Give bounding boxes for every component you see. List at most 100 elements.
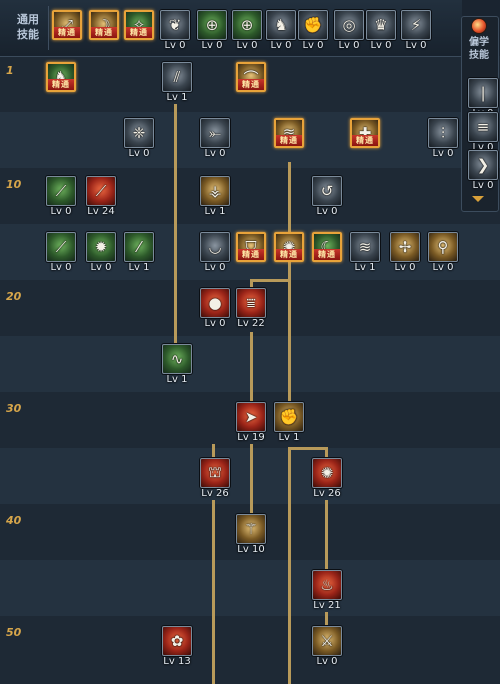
tree-connector xyxy=(325,500,328,574)
skill-icon: ◎ xyxy=(342,16,356,34)
skill-level-label: Lv 0 xyxy=(432,262,454,273)
skill-icon: ⁄ xyxy=(137,238,141,256)
level-marker: 20 xyxy=(6,290,22,303)
tree-skill-button[interactable]: ⛉ 精通 xyxy=(236,232,266,262)
tree-skill-button[interactable]: ⟋ xyxy=(46,232,76,262)
common-skill-button[interactable]: ❦ xyxy=(160,10,190,40)
mastered-badge: 精通 xyxy=(352,135,378,146)
side-skill-button[interactable]: ❯ xyxy=(468,150,498,180)
skill-icon: ❯ xyxy=(476,156,490,174)
skill-icon: ❦ xyxy=(168,16,182,34)
tree-skill-button[interactable]: ◡ xyxy=(200,232,230,262)
side-skill-button[interactable]: ❘ xyxy=(468,78,498,108)
skill-level-label: Lv 0 xyxy=(50,206,72,217)
tree-skill-button[interactable]: ✿ xyxy=(162,626,192,656)
tree-skill-button[interactable]: ⚚ xyxy=(236,514,266,544)
tree-connector xyxy=(174,104,177,348)
tree-skill-button[interactable]: ☾ 精通 xyxy=(312,232,342,262)
common-skills-label: 通用 技能 xyxy=(17,13,39,41)
skill-level-label: Lv 1 xyxy=(166,374,188,385)
mastered-badge: 精通 xyxy=(54,27,80,38)
tree-skill-button[interactable]: ⚶ xyxy=(200,176,230,206)
skill-icon: ♨ xyxy=(320,576,334,594)
skill-level-label: Lv 10 xyxy=(237,544,265,555)
mastered-badge: 精通 xyxy=(238,79,264,90)
tree-skill-button[interactable]: ● xyxy=(200,288,230,318)
mastered-badge: 精通 xyxy=(238,249,264,260)
tree-skill-button[interactable]: ≋ xyxy=(350,232,380,262)
mastered-badge: 精通 xyxy=(276,135,302,146)
tree-skill-button[interactable]: ⟋ xyxy=(46,176,76,206)
common-skill-button[interactable]: ♛ xyxy=(366,10,396,40)
skill-level-label: Lv 22 xyxy=(237,318,265,329)
skill-icon: ✺ xyxy=(320,464,334,482)
skill-level-label: Lv 13 xyxy=(163,656,191,667)
tree-skill-button[interactable]: ⛫ xyxy=(200,458,230,488)
skill-icon: ♞ xyxy=(274,16,288,34)
tree-skill-button[interactable]: ↺ xyxy=(312,176,342,206)
common-skill-button[interactable]: ⤢ 精通 xyxy=(52,10,82,40)
tree-skill-button[interactable]: ⤜ xyxy=(200,118,230,148)
tree-skill-button[interactable]: ⚔ xyxy=(312,626,342,656)
skill-icon: ❈ xyxy=(132,124,146,142)
skill-icon: ⫶ xyxy=(441,124,445,142)
tree-skill-button[interactable]: ✚ 精通 xyxy=(350,118,380,148)
skill-icon: ● xyxy=(208,294,222,312)
tree-skill-button[interactable]: ➤ xyxy=(236,402,266,432)
skill-level-label: Lv 19 xyxy=(237,432,265,443)
tree-skill-button[interactable]: ⩸ xyxy=(236,288,266,318)
skill-icon: ⟋ xyxy=(55,182,67,200)
tree-skill-button[interactable]: ✊ xyxy=(274,402,304,432)
common-skill-button[interactable]: ⊕ xyxy=(197,10,227,40)
skill-level-label: Lv 0 xyxy=(236,40,258,51)
skill-level-label: Lv 0 xyxy=(370,40,392,51)
common-skill-button[interactable]: ☽ 精通 xyxy=(89,10,119,40)
common-skill-button[interactable]: ⚡ xyxy=(401,10,431,40)
skill-icon: ⤜ xyxy=(208,124,221,142)
skill-icon: ⊕ xyxy=(240,16,254,34)
tree-skill-button[interactable]: ∿ xyxy=(162,344,192,374)
common-skill-button[interactable]: ◎ xyxy=(334,10,364,40)
scroll-down-arrow-icon[interactable] xyxy=(472,196,484,202)
skill-level-label: Lv 26 xyxy=(313,488,341,499)
tree-skill-button[interactable]: ⁄ xyxy=(124,232,154,262)
common-skill-button[interactable]: ✊ xyxy=(298,10,328,40)
skill-icon: ⫽ xyxy=(173,68,181,86)
skill-level-label: Lv 1 xyxy=(204,206,226,217)
skill-icon: ✿ xyxy=(170,632,184,650)
tree-skill-button[interactable]: ⟋ xyxy=(86,176,116,206)
tree-skill-button[interactable]: ✹ xyxy=(86,232,116,262)
tree-skill-button[interactable]: ❈ xyxy=(124,118,154,148)
common-skill-button[interactable]: ✧ 精通 xyxy=(124,10,154,40)
level-marker: 30 xyxy=(6,402,22,415)
tree-skill-button[interactable]: ♨ xyxy=(312,570,342,600)
skill-icon: ⛫ xyxy=(208,463,222,481)
tree-skill-button[interactable]: ✺ xyxy=(312,458,342,488)
tree-connector xyxy=(250,279,253,287)
divider xyxy=(48,6,49,50)
skill-level-label: Lv 0 xyxy=(90,262,112,273)
skill-level-label: Lv 1 xyxy=(354,262,376,273)
skill-icon: ⚔ xyxy=(320,632,334,650)
tree-skill-button[interactable]: ✺ 精通 xyxy=(274,232,304,262)
tree-skill-button[interactable]: ⌒ 精通 xyxy=(236,62,266,92)
tier-band xyxy=(0,616,500,684)
common-skill-button[interactable]: ⊕ xyxy=(232,10,262,40)
tree-skill-button[interactable]: ⫶ xyxy=(428,118,458,148)
skill-icon: ⚲ xyxy=(437,238,449,256)
tree-skill-button[interactable]: ✢ xyxy=(390,232,420,262)
skill-icon: ⟋ xyxy=(55,238,67,256)
tree-skill-button[interactable]: ♞ 精通 xyxy=(46,62,76,92)
tree-skill-button[interactable]: ⚲ xyxy=(428,232,458,262)
mastered-badge: 精通 xyxy=(314,249,340,260)
skill-level-label: Lv 0 xyxy=(472,180,494,191)
mastered-badge: 精通 xyxy=(48,79,74,90)
common-skill-button[interactable]: ♞ xyxy=(266,10,296,40)
skill-level-label: Lv 0 xyxy=(302,40,324,51)
skill-icon: ✹ xyxy=(94,238,108,256)
tree-skill-button[interactable]: ≋ 精通 xyxy=(274,118,304,148)
side-skill-button[interactable]: ≡ xyxy=(468,112,498,142)
tree-skill-button[interactable]: ⫽ xyxy=(162,62,192,92)
skill-icon: ≋ xyxy=(358,238,372,256)
mastered-badge: 精通 xyxy=(276,249,302,260)
